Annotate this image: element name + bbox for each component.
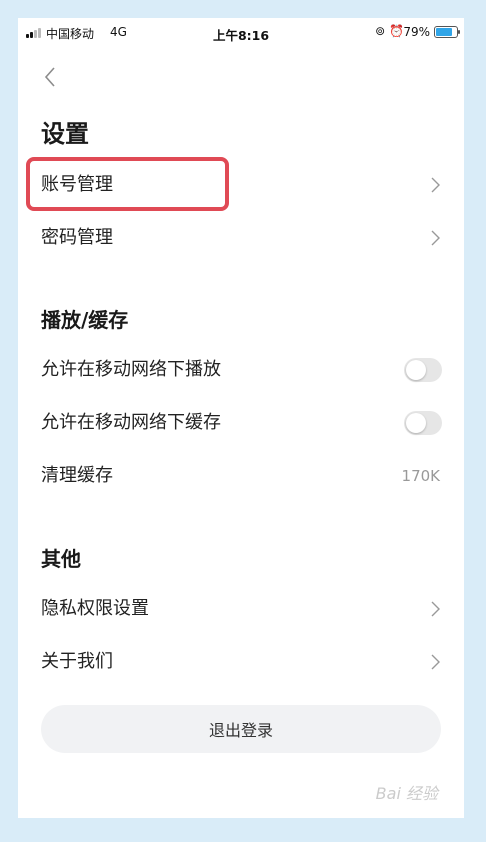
privacy-settings-item[interactable]: 隐私权限设置 — [18, 583, 464, 635]
mobile-cache-toggle[interactable] — [404, 411, 442, 435]
battery-percent: 79% — [403, 25, 430, 39]
chevron-right-icon — [431, 654, 440, 670]
phone-screen: 中国移动 4G 上午8:16 ⊚ ⏰ 79% 设置 账号管理 密码管理 播放/缓… — [18, 18, 464, 818]
status-icons: ⊚ ⏰ — [375, 24, 404, 38]
status-bar: 中国移动 4G 上午8:16 ⊚ ⏰ 79% — [18, 18, 464, 48]
other-section-title: 其他 — [41, 547, 81, 571]
logout-button[interactable]: 退出登录 — [41, 705, 441, 753]
password-management-item[interactable]: 密码管理 — [18, 212, 464, 264]
mobile-cache-item: 允许在移动网络下缓存 — [18, 397, 464, 449]
about-us-item[interactable]: 关于我们 — [18, 636, 464, 688]
page-title: 设置 — [41, 120, 89, 148]
privacy-settings-label: 隐私权限设置 — [41, 598, 149, 619]
lock-rotation-icon: ⊚ — [375, 24, 386, 38]
mobile-play-label: 允许在移动网络下播放 — [41, 359, 221, 380]
chevron-left-icon — [44, 67, 55, 87]
mobile-play-toggle[interactable] — [404, 358, 442, 382]
highlight-box — [26, 157, 229, 211]
alarm-icon: ⏰ — [389, 24, 404, 38]
mobile-cache-label: 允许在移动网络下缓存 — [41, 412, 221, 433]
clear-cache-label: 清理缓存 — [41, 465, 113, 486]
password-management-label: 密码管理 — [41, 227, 113, 248]
battery-icon — [434, 26, 460, 38]
chevron-right-icon — [431, 177, 440, 193]
cache-size-value: 170K — [401, 467, 440, 485]
watermark: Bai 经验 — [375, 784, 438, 803]
about-us-label: 关于我们 — [41, 651, 113, 672]
back-button[interactable] — [40, 64, 64, 90]
chevron-right-icon — [431, 601, 440, 617]
playback-section-title: 播放/缓存 — [41, 308, 129, 332]
mobile-play-item: 允许在移动网络下播放 — [18, 344, 464, 396]
clear-cache-item[interactable]: 清理缓存 170K — [18, 450, 464, 502]
chevron-right-icon — [431, 230, 440, 246]
